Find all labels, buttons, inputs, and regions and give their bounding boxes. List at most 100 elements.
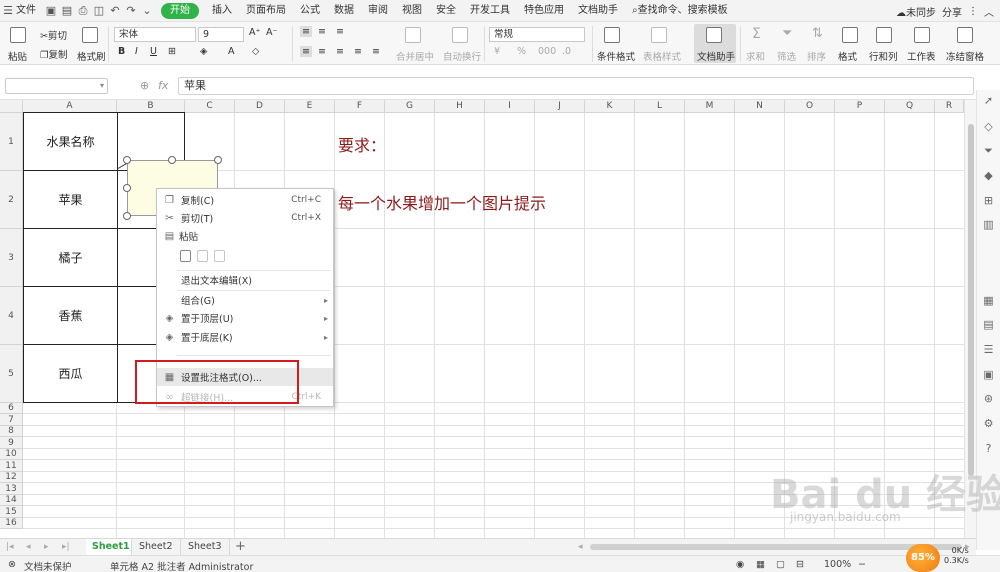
paste-button[interactable]: 粘贴 [8, 49, 27, 63]
thousands-icon[interactable]: 000 [538, 46, 556, 57]
resize-handle[interactable] [214, 156, 222, 164]
resize-handle[interactable] [123, 184, 131, 192]
col-header-j[interactable]: J [535, 100, 585, 113]
zoom-badge[interactable]: 85% [906, 544, 940, 572]
border-icon[interactable]: ⊞ [168, 46, 176, 57]
filter-button[interactable]: 筛选 [777, 49, 796, 63]
view-page-icon[interactable]: ▢ [776, 559, 785, 570]
col-header-e[interactable]: E [285, 100, 335, 113]
grid-icon[interactable]: ▦ [982, 294, 995, 307]
font-shrink-icon[interactable]: A⁻ [266, 27, 278, 38]
font-color-icon[interactable]: A [228, 46, 235, 57]
currency-icon[interactable]: ¥ [494, 46, 500, 57]
prev-sheet-icon[interactable]: ◂ [26, 542, 31, 552]
filter-icon[interactable]: ⏷ [982, 144, 995, 157]
fill-color-icon[interactable]: ◈ [200, 46, 207, 57]
menu-item-bring-to-front[interactable]: ◈ 置于顶层(U) ▸ [157, 309, 333, 327]
tab-view[interactable]: 视图 [395, 0, 429, 22]
sheet-tab-sheet1[interactable]: Sheet1 [86, 539, 132, 555]
row-header-14[interactable]: 14 [0, 495, 23, 506]
cell-a4[interactable]: 香蕉 [23, 286, 118, 345]
sum-button[interactable]: 求和 [746, 49, 765, 63]
row-header-12[interactable]: 12 [0, 472, 23, 483]
col-header-k[interactable]: K [585, 100, 635, 113]
menu-item-copy[interactable]: ❐ 复制(C) Ctrl+C [157, 191, 333, 209]
horizontal-scroll-thumb[interactable] [590, 544, 962, 550]
row-header-7[interactable]: 7 [0, 414, 23, 426]
share-button[interactable]: 分享 [942, 4, 962, 19]
scroll-thumb[interactable] [968, 124, 974, 476]
col-header-n[interactable]: N [735, 100, 785, 113]
paste-keep-format-icon[interactable] [180, 250, 191, 262]
format-icon[interactable] [842, 27, 858, 43]
row-header-16[interactable]: 16 [0, 518, 23, 529]
menu-item-paste[interactable]: ▤ 粘贴 [157, 227, 333, 245]
view-split-icon[interactable]: ⊟ [796, 559, 804, 570]
zoom-level[interactable]: 100% [824, 559, 851, 570]
underline-icon[interactable]: U [150, 46, 157, 57]
col-header-f[interactable]: F [335, 100, 385, 113]
row-header-4[interactable]: 4 [0, 287, 23, 345]
menu-file[interactable]: 文件 [16, 0, 43, 22]
row-header-10[interactable]: 10 [0, 449, 23, 460]
cell-a3[interactable]: 橘子 [23, 228, 118, 287]
zoom-icon[interactable]: ⊕ [140, 79, 149, 92]
col-header-i[interactable]: I [485, 100, 535, 113]
paste-values-icon[interactable] [197, 250, 208, 262]
paste-icon[interactable] [10, 27, 26, 43]
resize-handle[interactable] [123, 156, 131, 164]
menu-item-send-to-back[interactable]: ◈ 置于底层(K) ▸ [157, 328, 333, 346]
view-normal-icon[interactable]: ◉ [736, 559, 744, 570]
resize-handle[interactable] [123, 212, 131, 220]
align-top-icon[interactable]: ≡ [300, 26, 312, 37]
table-style-icon[interactable] [651, 27, 667, 43]
image-icon[interactable]: ▣ [982, 368, 995, 381]
percent-icon[interactable]: % [517, 46, 526, 57]
tab-start[interactable]: 开始 [161, 2, 199, 19]
col-header-r[interactable]: R [935, 100, 964, 113]
col-header-l[interactable]: L [635, 100, 685, 113]
sheet-tab-sheet2[interactable]: Sheet2 [133, 539, 181, 555]
align-bottom-icon[interactable]: ≡ [336, 26, 344, 37]
row-header-9[interactable]: 9 [0, 437, 23, 449]
col-header-h[interactable]: H [435, 100, 485, 113]
row-header-13[interactable]: 13 [0, 483, 23, 495]
layout-icon[interactable]: ▤ [982, 318, 995, 331]
menu-item-exit-text-edit[interactable]: 退出文本编辑(X) [157, 271, 333, 289]
zoom-out-icon[interactable]: − [858, 559, 866, 570]
freeze-button[interactable]: 冻结窗格 [946, 49, 984, 63]
freeze-icon[interactable] [957, 27, 973, 43]
row-header-15[interactable]: 15 [0, 506, 23, 518]
open-icon[interactable]: ▤ [59, 0, 75, 22]
add-sheet-button[interactable]: + [235, 539, 246, 554]
tab-developer[interactable]: 开发工具 [463, 0, 517, 22]
cut-button[interactable]: ✂剪切 [40, 28, 67, 42]
row-header-2[interactable]: 2 [0, 171, 23, 229]
bold-icon[interactable]: B [118, 46, 125, 57]
font-grow-icon[interactable]: A⁺ [249, 27, 261, 38]
font-size-select[interactable]: 9 [198, 27, 244, 42]
col-header-g[interactable]: G [385, 100, 435, 113]
auto-wrap-icon[interactable] [452, 27, 468, 43]
menu-item-group[interactable]: 组合(G) ▸ [157, 291, 333, 309]
doc-helper-button[interactable]: 文档助手 [697, 49, 735, 63]
more-icon[interactable]: ⋮ [968, 6, 978, 17]
scroll-left-icon[interactable]: ◂ [578, 542, 583, 552]
chart-icon[interactable]: ▥ [982, 218, 995, 231]
select-all-corner[interactable] [0, 100, 23, 113]
last-sheet-icon[interactable]: ▸| [62, 542, 70, 552]
menu-item-cut[interactable]: ✂ 剪切(T) Ctrl+X [157, 209, 333, 227]
settings-icon[interactable]: ⚙ [982, 417, 995, 430]
row-header-6[interactable]: 6 [0, 403, 23, 414]
cell-a1[interactable]: 水果名称 [23, 112, 118, 171]
table-style-button[interactable]: 表格样式 [643, 49, 681, 63]
tab-formula[interactable]: 公式 [293, 0, 327, 22]
auto-wrap-button[interactable]: 自动换行 [443, 49, 481, 63]
name-box[interactable]: ▾ [5, 78, 108, 94]
align-center-icon[interactable]: ≡ [318, 46, 326, 57]
sort-button[interactable]: 排序 [807, 49, 826, 63]
tab-page-layout[interactable]: 页面布局 [239, 0, 293, 22]
merge-center-icon[interactable] [405, 27, 421, 43]
tab-insert[interactable]: 插入 [205, 0, 239, 22]
style-icon[interactable]: ◆ [982, 169, 995, 182]
